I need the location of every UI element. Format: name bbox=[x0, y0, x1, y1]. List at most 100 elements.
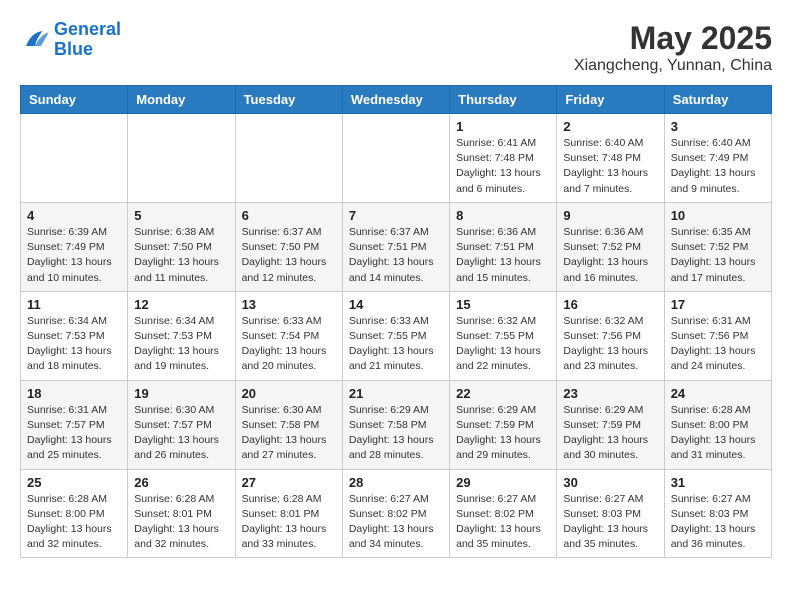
calendar-cell: 3 Sunrise: 6:40 AM Sunset: 7:49 PM Daylig… bbox=[664, 114, 771, 203]
day-info: Sunrise: 6:27 AM Sunset: 8:03 PM Dayligh… bbox=[563, 492, 657, 553]
calendar-header-row: SundayMondayTuesdayWednesdayThursdayFrid… bbox=[21, 86, 772, 114]
day-info: Sunrise: 6:40 AM Sunset: 7:49 PM Dayligh… bbox=[671, 136, 765, 197]
calendar-cell: 13Sunrise: 6:33 AM Sunset: 7:54 PM Dayli… bbox=[235, 291, 342, 380]
page-header: General Blue May 2025 Xiangcheng, Yunnan… bbox=[20, 20, 772, 75]
calendar-cell: 10 Sunrise: 6:35 AM Sunset: 7:52 PM Dayli… bbox=[664, 202, 771, 291]
day-number: 16 bbox=[563, 297, 657, 312]
day-info: Sunrise: 6:35 AM Sunset: 7:52 PM Dayligh… bbox=[671, 225, 765, 286]
day-number: 6 bbox=[242, 208, 336, 223]
calendar-cell: 29Sunrise: 6:27 AM Sunset: 8:02 PM Dayli… bbox=[450, 469, 557, 558]
day-number: 31 bbox=[671, 475, 765, 490]
calendar-cell: 12 Sunrise: 6:34 AM Sunset: 7:53 PM Dayli… bbox=[128, 291, 235, 380]
day-info: Sunrise: 6:29 AM Sunset: 7:59 PM Dayligh… bbox=[563, 403, 657, 464]
calendar-cell: 25Sunrise: 6:28 AM Sunset: 8:00 PM Dayli… bbox=[21, 469, 128, 558]
day-info: Sunrise: 6:37 AM Sunset: 7:51 PM Dayligh… bbox=[349, 225, 443, 286]
day-info: Sunrise: 6:27 AM Sunset: 8:03 PM Dayligh… bbox=[671, 492, 765, 553]
day-number: 10 bbox=[671, 208, 765, 223]
day-info: Sunrise: 6:34 AM Sunset: 7:53 PM Dayligh… bbox=[134, 314, 228, 375]
calendar-cell: 23 Sunrise: 6:29 AM Sunset: 7:59 PM Dayli… bbox=[557, 380, 664, 469]
day-info: Sunrise: 6:31 AM Sunset: 7:57 PM Dayligh… bbox=[27, 403, 121, 464]
calendar-cell: 30 Sunrise: 6:27 AM Sunset: 8:03 PM Dayli… bbox=[557, 469, 664, 558]
day-info: Sunrise: 6:27 AM Sunset: 8:02 PM Dayligh… bbox=[349, 492, 443, 553]
calendar-cell: 1 Sunrise: 6:41 AM Sunset: 7:48 PM Daylig… bbox=[450, 114, 557, 203]
day-number: 26 bbox=[134, 475, 228, 490]
day-number: 11 bbox=[27, 297, 121, 312]
day-info: Sunrise: 6:32 AM Sunset: 7:56 PM Dayligh… bbox=[563, 314, 657, 375]
calendar-cell: 14 Sunrise: 6:33 AM Sunset: 7:55 PM Dayli… bbox=[342, 291, 449, 380]
calendar-cell bbox=[21, 114, 128, 203]
day-number: 19 bbox=[134, 386, 228, 401]
day-info: Sunrise: 6:37 AM Sunset: 7:50 PM Dayligh… bbox=[242, 225, 336, 286]
day-number: 20 bbox=[242, 386, 336, 401]
calendar-cell: 8 Sunrise: 6:36 AM Sunset: 7:51 PM Daylig… bbox=[450, 202, 557, 291]
day-info: Sunrise: 6:28 AM Sunset: 8:00 PM Dayligh… bbox=[671, 403, 765, 464]
day-number: 25 bbox=[27, 475, 121, 490]
calendar-cell: 11 Sunrise: 6:34 AM Sunset: 7:53 PM Dayli… bbox=[21, 291, 128, 380]
calendar-table: SundayMondayTuesdayWednesdayThursdayFrid… bbox=[20, 85, 772, 558]
calendar-cell: 7 Sunrise: 6:37 AM Sunset: 7:51 PM Daylig… bbox=[342, 202, 449, 291]
day-number: 30 bbox=[563, 475, 657, 490]
day-info: Sunrise: 6:31 AM Sunset: 7:56 PM Dayligh… bbox=[671, 314, 765, 375]
calendar-cell bbox=[128, 114, 235, 203]
day-info: Sunrise: 6:41 AM Sunset: 7:48 PM Dayligh… bbox=[456, 136, 550, 197]
calendar-cell: 5Sunrise: 6:38 AM Sunset: 7:50 PM Daylig… bbox=[128, 202, 235, 291]
day-number: 14 bbox=[349, 297, 443, 312]
month-year-title: May 2025 bbox=[574, 20, 772, 57]
day-info: Sunrise: 6:30 AM Sunset: 7:58 PM Dayligh… bbox=[242, 403, 336, 464]
title-block: May 2025 Xiangcheng, Yunnan, China bbox=[574, 20, 772, 75]
day-header-friday: Friday bbox=[557, 86, 664, 114]
day-header-sunday: Sunday bbox=[21, 86, 128, 114]
calendar-cell: 6 Sunrise: 6:37 AM Sunset: 7:50 PM Daylig… bbox=[235, 202, 342, 291]
calendar-cell: 20 Sunrise: 6:30 AM Sunset: 7:58 PM Dayli… bbox=[235, 380, 342, 469]
day-number: 8 bbox=[456, 208, 550, 223]
day-number: 29 bbox=[456, 475, 550, 490]
logo-text: General Blue bbox=[54, 20, 121, 60]
calendar-week-row: 1 Sunrise: 6:41 AM Sunset: 7:48 PM Daylig… bbox=[21, 114, 772, 203]
day-info: Sunrise: 6:36 AM Sunset: 7:51 PM Dayligh… bbox=[456, 225, 550, 286]
calendar-week-row: 11 Sunrise: 6:34 AM Sunset: 7:53 PM Dayli… bbox=[21, 291, 772, 380]
day-number: 1 bbox=[456, 119, 550, 134]
day-number: 2 bbox=[563, 119, 657, 134]
calendar-cell: 15Sunrise: 6:32 AM Sunset: 7:55 PM Dayli… bbox=[450, 291, 557, 380]
day-info: Sunrise: 6:28 AM Sunset: 8:01 PM Dayligh… bbox=[134, 492, 228, 553]
calendar-cell: 31 Sunrise: 6:27 AM Sunset: 8:03 PM Dayli… bbox=[664, 469, 771, 558]
calendar-cell: 9Sunrise: 6:36 AM Sunset: 7:52 PM Daylig… bbox=[557, 202, 664, 291]
day-number: 24 bbox=[671, 386, 765, 401]
day-header-wednesday: Wednesday bbox=[342, 86, 449, 114]
day-number: 15 bbox=[456, 297, 550, 312]
day-info: Sunrise: 6:28 AM Sunset: 8:01 PM Dayligh… bbox=[242, 492, 336, 553]
calendar-cell: 21Sunrise: 6:29 AM Sunset: 7:58 PM Dayli… bbox=[342, 380, 449, 469]
day-number: 28 bbox=[349, 475, 443, 490]
day-info: Sunrise: 6:33 AM Sunset: 7:55 PM Dayligh… bbox=[349, 314, 443, 375]
logo-bird-icon bbox=[20, 25, 50, 55]
day-number: 3 bbox=[671, 119, 765, 134]
day-header-thursday: Thursday bbox=[450, 86, 557, 114]
day-number: 22 bbox=[456, 386, 550, 401]
day-header-monday: Monday bbox=[128, 86, 235, 114]
calendar-week-row: 4Sunrise: 6:39 AM Sunset: 7:49 PM Daylig… bbox=[21, 202, 772, 291]
day-number: 9 bbox=[563, 208, 657, 223]
calendar-cell: 24 Sunrise: 6:28 AM Sunset: 8:00 PM Dayli… bbox=[664, 380, 771, 469]
day-number: 4 bbox=[27, 208, 121, 223]
calendar-week-row: 18Sunrise: 6:31 AM Sunset: 7:57 PM Dayli… bbox=[21, 380, 772, 469]
day-info: Sunrise: 6:29 AM Sunset: 7:59 PM Dayligh… bbox=[456, 403, 550, 464]
calendar-cell: 22 Sunrise: 6:29 AM Sunset: 7:59 PM Dayli… bbox=[450, 380, 557, 469]
day-number: 7 bbox=[349, 208, 443, 223]
location-subtitle: Xiangcheng, Yunnan, China bbox=[574, 57, 772, 75]
day-number: 17 bbox=[671, 297, 765, 312]
day-header-saturday: Saturday bbox=[664, 86, 771, 114]
calendar-cell bbox=[342, 114, 449, 203]
calendar-cell: 19 Sunrise: 6:30 AM Sunset: 7:57 PM Dayli… bbox=[128, 380, 235, 469]
day-number: 27 bbox=[242, 475, 336, 490]
calendar-cell: 16 Sunrise: 6:32 AM Sunset: 7:56 PM Dayli… bbox=[557, 291, 664, 380]
day-info: Sunrise: 6:30 AM Sunset: 7:57 PM Dayligh… bbox=[134, 403, 228, 464]
calendar-cell bbox=[235, 114, 342, 203]
day-number: 12 bbox=[134, 297, 228, 312]
calendar-cell: 2Sunrise: 6:40 AM Sunset: 7:48 PM Daylig… bbox=[557, 114, 664, 203]
calendar-cell: 17 Sunrise: 6:31 AM Sunset: 7:56 PM Dayli… bbox=[664, 291, 771, 380]
day-number: 23 bbox=[563, 386, 657, 401]
logo: General Blue bbox=[20, 20, 121, 60]
day-info: Sunrise: 6:34 AM Sunset: 7:53 PM Dayligh… bbox=[27, 314, 121, 375]
calendar-cell: 26 Sunrise: 6:28 AM Sunset: 8:01 PM Dayli… bbox=[128, 469, 235, 558]
day-number: 5 bbox=[134, 208, 228, 223]
